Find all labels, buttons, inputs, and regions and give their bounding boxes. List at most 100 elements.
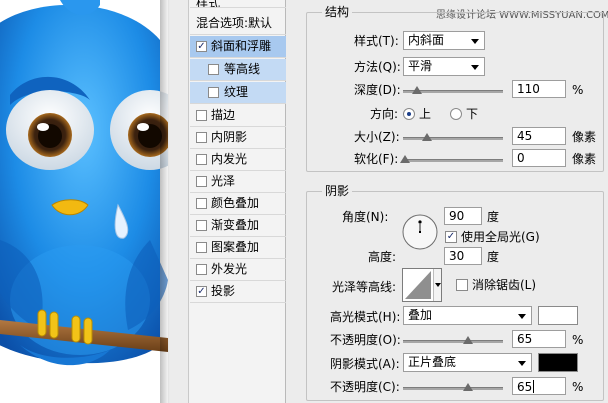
soften-label: 软化(F): (354, 152, 399, 166)
style-item-stroke[interactable]: 描边 (190, 105, 286, 127)
drop-shadow-checkbox[interactable]: ✓ (196, 286, 207, 297)
shadow-opacity-label: 不透明度(C): (330, 380, 400, 394)
pattern-overlay-checkbox[interactable] (196, 242, 207, 253)
inner-shadow-checkbox[interactable] (196, 132, 207, 143)
style-label: 样式(T): (354, 34, 399, 48)
style-item-satin[interactable]: 光泽 (190, 171, 286, 193)
direction-down-label: 下 (466, 107, 479, 121)
bevel-emboss-checkbox[interactable]: ✓ (196, 41, 207, 52)
texture-label: 纹理 (224, 85, 249, 99)
style-item-inner-shadow[interactable]: 内阴影 (190, 127, 286, 149)
chevron-down-icon (471, 65, 479, 70)
anti-alias-checkbox[interactable] (456, 279, 468, 291)
pattern-overlay-label: 图案叠加 (211, 240, 260, 254)
chevron-down-icon (518, 361, 526, 366)
shadow-color-swatch[interactable] (538, 353, 578, 372)
stroke-label: 描边 (211, 108, 236, 122)
style-item-pattern-overlay[interactable]: 图案叠加 (190, 237, 286, 259)
shadow-opacity-value: 65 (517, 380, 533, 394)
highlight-opacity-slider-handle[interactable] (463, 336, 473, 344)
illustration-edge-shadow (160, 0, 170, 403)
angle-input[interactable]: 90 (444, 207, 482, 225)
style-list-header: 样式 (190, 0, 286, 8)
highlight-opacity-label: 不透明度(O): (330, 333, 401, 347)
style-item-color-overlay[interactable]: 颜色叠加 (190, 193, 286, 215)
method-select-value: 平滑 (408, 59, 433, 73)
contour-label: 等高线 (224, 62, 261, 76)
size-input[interactable]: 45 (512, 127, 566, 145)
method-select[interactable]: 平滑 (403, 57, 485, 76)
method-label: 方法(Q): (354, 60, 401, 74)
gradient-overlay-checkbox[interactable] (196, 220, 207, 231)
shadow-mode-value: 正片叠底 (408, 355, 457, 369)
twitter-bird-image (0, 0, 168, 403)
direction-label: 方向: (370, 107, 399, 121)
outer-glow-checkbox[interactable] (196, 264, 207, 275)
depth-input[interactable]: 110 (512, 80, 566, 98)
style-item-outer-glow[interactable]: 外发光 (190, 259, 286, 281)
inner-shadow-label: 内阴影 (211, 130, 248, 144)
direction-up-radio[interactable] (403, 108, 415, 120)
altitude-input[interactable]: 30 (444, 247, 482, 265)
style-item-contour[interactable]: 等高线 (190, 59, 286, 81)
style-select-value: 内斜面 (408, 33, 445, 47)
anti-alias-label: 消除锯齿(L) (472, 278, 537, 292)
bevel-emboss-label: 斜面和浮雕 (211, 39, 272, 53)
stroke-checkbox[interactable] (196, 110, 207, 121)
angle-label: 角度(N): (342, 210, 389, 224)
depth-slider-handle[interactable] (412, 86, 422, 94)
contour-dropdown-button[interactable] (433, 269, 441, 301)
style-item-gradient-overlay[interactable]: 渐变叠加 (190, 215, 286, 237)
size-label: 大小(Z): (354, 130, 400, 144)
gloss-contour-label: 光泽等高线: (332, 280, 397, 294)
soften-slider-handle[interactable] (400, 155, 410, 163)
color-overlay-checkbox[interactable] (196, 198, 207, 209)
satin-checkbox[interactable] (196, 176, 207, 187)
direction-up-label: 上 (419, 107, 432, 121)
text-caret (533, 380, 535, 393)
angle-dial-icon[interactable] (401, 213, 439, 251)
soften-input[interactable]: 0 (512, 149, 566, 167)
shading-title: 阴影 (322, 184, 353, 198)
highlight-mode-select[interactable]: 叠加 (403, 306, 532, 325)
shadow-opacity-slider-track[interactable] (403, 387, 503, 390)
blend-options-item[interactable]: 混合选项:默认 (190, 13, 286, 35)
style-item-drop-shadow[interactable]: ✓ 投影 (190, 281, 286, 303)
chevron-down-icon (435, 283, 441, 287)
inner-glow-checkbox[interactable] (196, 154, 207, 165)
texture-checkbox[interactable] (208, 87, 219, 98)
style-item-bevel-emboss[interactable]: ✓ 斜面和浮雕 (190, 36, 286, 58)
shadow-opacity-slider-handle[interactable] (463, 383, 473, 391)
style-list-header-label: 样式 (196, 0, 221, 8)
highlight-opacity-input[interactable]: 65 (512, 330, 566, 348)
highlight-color-swatch[interactable] (538, 306, 578, 325)
shadow-opacity-input[interactable]: 65 (512, 377, 566, 395)
depth-unit: % (572, 83, 584, 97)
style-item-inner-glow[interactable]: 内发光 (190, 149, 286, 171)
soften-slider-track[interactable] (403, 159, 503, 162)
style-item-texture[interactable]: 纹理 (190, 82, 286, 104)
altitude-unit: 度 (487, 250, 500, 264)
size-unit: 像素 (572, 130, 597, 144)
global-light-checkbox[interactable]: ✓ (445, 231, 457, 243)
contour-preview-icon (405, 271, 431, 299)
highlight-opacity-slider-track[interactable] (403, 340, 503, 343)
style-list-panel: 样式 混合选项:默认 ✓ 斜面和浮雕 等高线 纹理 描边 内阴影 内发光 光泽 … (188, 0, 286, 403)
gradient-overlay-label: 渐变叠加 (211, 218, 260, 232)
contour-checkbox[interactable] (208, 64, 219, 75)
chevron-down-icon (518, 314, 526, 319)
gloss-contour-picker[interactable] (402, 268, 442, 302)
shadow-mode-select[interactable]: 正片叠底 (403, 353, 532, 372)
satin-label: 光泽 (211, 174, 236, 188)
blend-options-label: 混合选项:默认 (196, 16, 273, 30)
size-slider-handle[interactable] (422, 133, 432, 141)
shadow-mode-label: 阴影模式(A): (330, 357, 400, 371)
direction-down-radio[interactable] (450, 108, 462, 120)
size-slider-track[interactable] (403, 137, 503, 140)
bevel-emboss-settings: 思缘设计论坛 WWW.MISSYUAN.COM 结构 样式(T): 内斜面 方法… (296, 0, 608, 403)
global-light-label: 使用全局光(G) (461, 230, 540, 244)
chevron-down-icon (471, 39, 479, 44)
style-select[interactable]: 内斜面 (403, 31, 485, 50)
shadow-opacity-unit: % (572, 380, 584, 394)
highlight-mode-label: 高光模式(H): (330, 310, 401, 324)
